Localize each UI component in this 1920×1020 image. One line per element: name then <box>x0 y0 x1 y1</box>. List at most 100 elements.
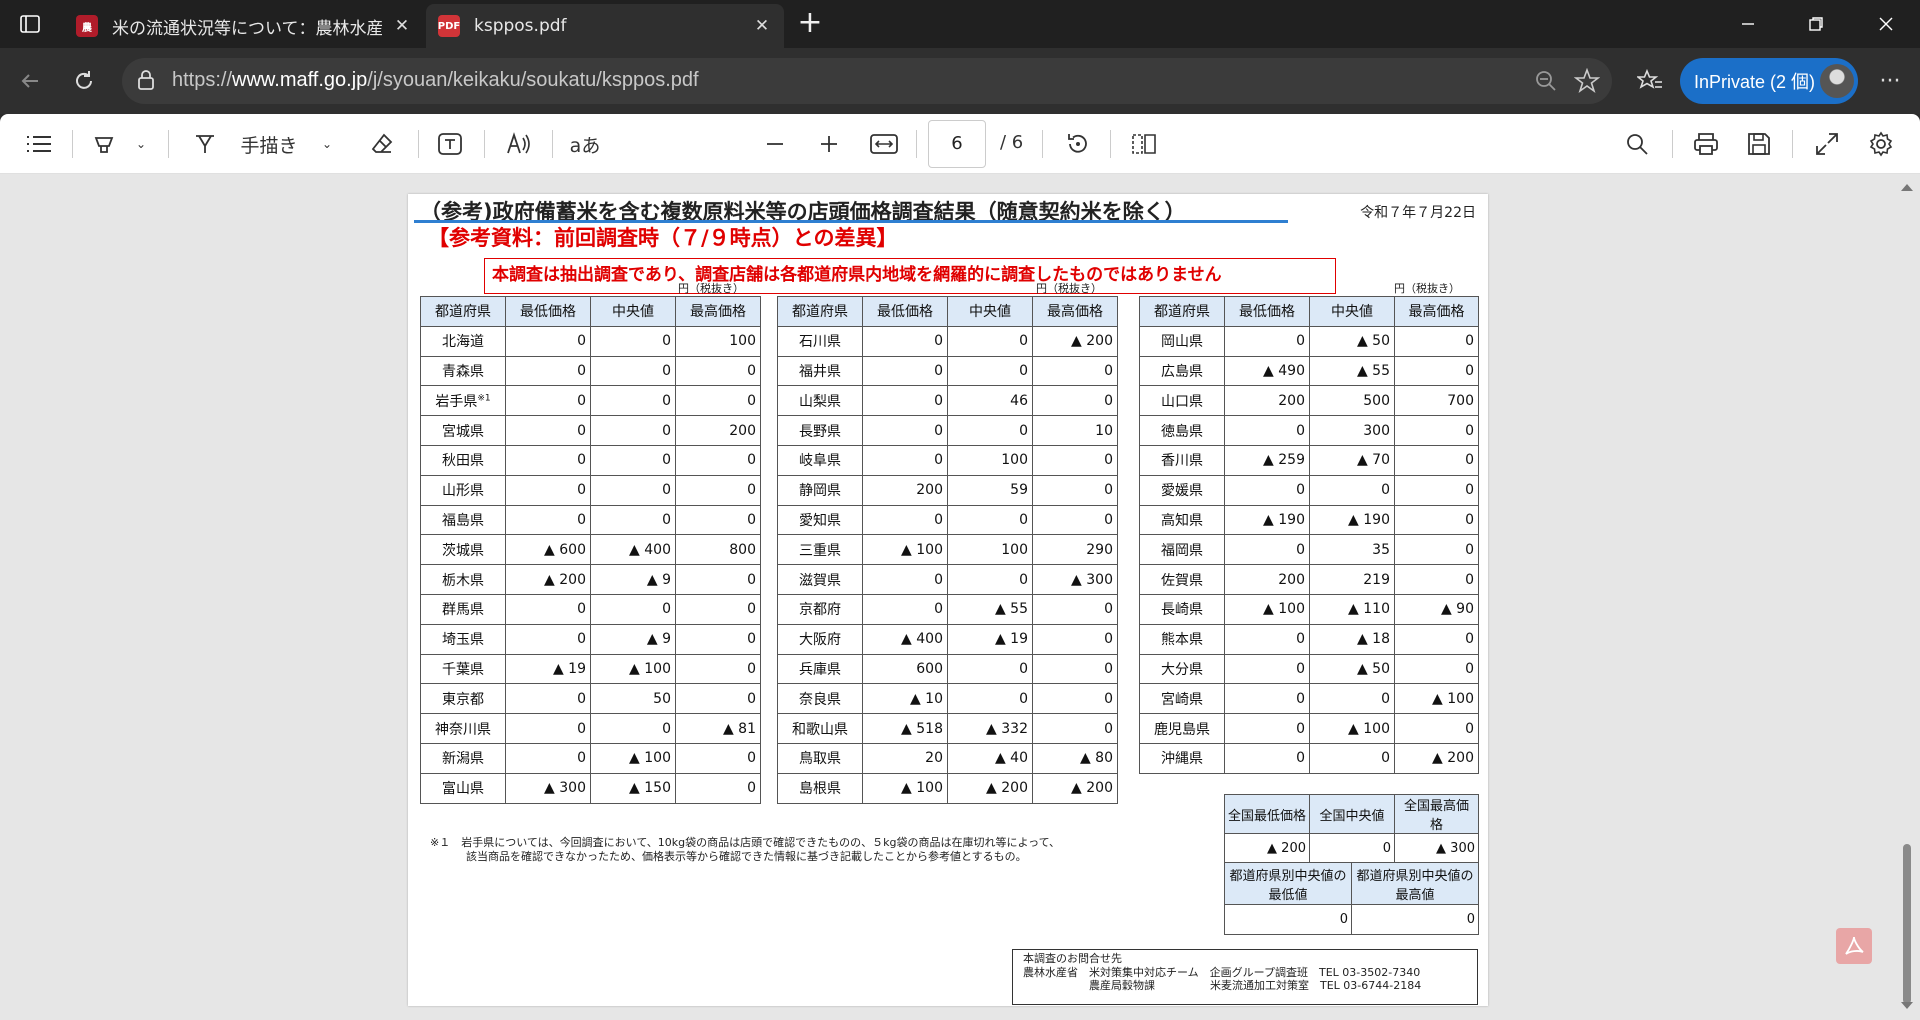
new-tab-button[interactable]: + <box>794 8 826 40</box>
median-cell: ▲ 200 <box>947 772 1033 804</box>
translate-button[interactable]: aあ <box>568 128 602 160</box>
max-price-cell: 0 <box>1032 593 1118 625</box>
scrollbar-thumb[interactable] <box>1903 844 1911 1004</box>
prefecture-cell: 鹿児島県 <box>1139 713 1225 744</box>
close-window-icon[interactable] <box>1858 0 1914 48</box>
url-prefix: https:// <box>172 69 233 91</box>
max-price-cell: 800 <box>675 534 761 566</box>
settings-gear-icon[interactable] <box>1866 128 1896 160</box>
min-price-cell: 0 <box>862 504 948 536</box>
url-bar[interactable]: https://www.maff.go.jp/j/syouan/keikaku/… <box>122 58 1612 104</box>
eraser-icon[interactable] <box>368 128 396 160</box>
acrobat-icon[interactable] <box>1836 928 1872 964</box>
col-header-max: 最高価格 <box>675 296 761 327</box>
table-row: 茨城県 ▲ 600 ▲ 400 800 <box>420 534 761 566</box>
pref-median-min-header: 都道府県別中央値の最低値 <box>1224 862 1352 905</box>
prefecture-cell: 佐賀県 <box>1139 564 1225 595</box>
contact-line-2: 農産局穀物課 米麦流通加工対策室 TEL 03-6744-2184 <box>1023 979 1422 992</box>
pdf-favicon-icon: PDF <box>438 15 460 37</box>
contents-list-icon[interactable] <box>24 128 54 160</box>
save-icon[interactable] <box>1744 128 1774 160</box>
fit-width-icon[interactable] <box>868 128 900 160</box>
close-tab-icon[interactable]: ✕ <box>752 16 772 36</box>
search-icon[interactable] <box>1622 128 1652 160</box>
max-price-cell: ▲ 90 <box>1394 593 1479 625</box>
table-row: 熊本県 0 ▲ 18 0 <box>1139 623 1479 655</box>
prefecture-cell: 岩手県※1 <box>420 385 506 417</box>
page-number-input[interactable]: 6 <box>928 120 986 168</box>
tab-maff[interactable]: 農 米の流通状況等について：農林水産省 ✕ <box>64 4 424 48</box>
tab-bar: 農 米の流通状況等について：農林水産省 ✕ PDF ksppos.pdf ✕ + <box>0 0 1920 48</box>
min-price-cell: ▲ 190 <box>1224 504 1310 536</box>
min-price-cell: ▲ 19 <box>505 653 591 685</box>
full-screen-icon[interactable] <box>1812 128 1842 160</box>
page-view-icon[interactable] <box>1128 128 1160 160</box>
scroll-down-arrow-icon[interactable] <box>1901 1002 1913 1009</box>
zoom-in-page-icon[interactable] <box>816 128 842 160</box>
min-price-cell: 0 <box>862 564 948 595</box>
url-domain: www.maff.go.jp <box>232 69 368 91</box>
prefecture-cell: 兵庫県 <box>777 653 863 685</box>
print-icon[interactable] <box>1690 128 1722 160</box>
table-row: 福岡県 0 35 0 <box>1139 534 1479 566</box>
favorite-star-icon[interactable] <box>1573 67 1601 98</box>
table-row: 宮城県 0 0 200 <box>420 415 761 446</box>
footnote-line-2: 該当商品を確認できなかったため、価格表示等から確認できた情報に基づき記載したこと… <box>466 850 1027 863</box>
table-row: 石川県 0 0 ▲ 200 <box>777 325 1118 357</box>
more-options-icon[interactable]: ··· <box>1872 63 1908 99</box>
national-max-header: 全国最高価格 <box>1394 794 1479 834</box>
max-price-cell: 700 <box>1394 385 1479 417</box>
zoom-out-page-icon[interactable] <box>762 128 788 160</box>
back-arrow-icon[interactable] <box>12 63 48 99</box>
pdf-viewer: （参考)政府備蓄米を含む複数原料米等の店頭価格調査結果（随意契約米を除く） 令和… <box>0 174 1920 1020</box>
close-tab-icon[interactable]: ✕ <box>392 16 412 36</box>
col-header-max: 最高価格 <box>1394 296 1479 327</box>
refresh-icon[interactable] <box>66 63 102 99</box>
table-row: 静岡県 200 59 0 <box>777 474 1118 506</box>
table-row: 佐賀県 200 219 0 <box>1139 564 1479 595</box>
draw-pen-icon[interactable] <box>192 128 218 160</box>
min-price-cell: ▲ 100 <box>862 772 948 804</box>
table-row: 長野県 0 0 10 <box>777 415 1118 446</box>
vertical-scrollbar[interactable] <box>1900 174 1914 1014</box>
table-row: 兵庫県 600 0 0 <box>777 653 1118 685</box>
url-text[interactable]: https://www.maff.go.jp/j/syouan/keikaku/… <box>172 69 699 92</box>
text-box-icon[interactable] <box>436 128 464 160</box>
address-bar-row: https://www.maff.go.jp/j/syouan/keikaku/… <box>0 48 1920 114</box>
prefecture-cell: 山梨県 <box>777 385 863 417</box>
rotate-icon[interactable] <box>1064 128 1092 160</box>
restore-icon[interactable] <box>1788 0 1844 48</box>
prefecture-cell: 福島県 <box>420 504 506 536</box>
min-price-cell: 0 <box>505 325 591 357</box>
inprivate-button[interactable]: InPrivate (2 個) <box>1680 58 1858 104</box>
favorites-icon[interactable] <box>1632 63 1668 99</box>
prefecture-cell: 埼玉県 <box>420 623 506 655</box>
col-header-prefecture: 都道府県 <box>1139 296 1225 327</box>
zoom-out-icon[interactable] <box>1534 69 1558 97</box>
max-price-cell: 0 <box>1394 623 1479 655</box>
median-cell: ▲ 100 <box>590 653 676 685</box>
prefecture-cell: 群馬県 <box>420 593 506 625</box>
lock-icon[interactable] <box>136 69 156 95</box>
prefecture-cell: 神奈川県 <box>420 713 506 744</box>
read-aloud-icon[interactable] <box>504 128 534 160</box>
max-price-cell: 290 <box>1032 534 1118 566</box>
min-price-cell: 0 <box>1224 653 1310 685</box>
scroll-up-arrow-icon[interactable] <box>1901 184 1913 191</box>
tab-actions-icon[interactable] <box>8 8 52 40</box>
price-table-2: 都道府県 最低価格 中央値 最高価格 石川県 0 0 ▲ 200 福井県 0 0 0 山梨県 0 4… <box>777 296 1118 804</box>
minimize-icon[interactable] <box>1720 0 1776 48</box>
highlight-dropdown-chevron-icon[interactable]: ⌄ <box>132 128 150 160</box>
prefecture-cell: 京都府 <box>777 593 863 625</box>
min-price-cell: ▲ 100 <box>862 534 948 566</box>
national-max-value: ▲ 300 <box>1394 833 1479 863</box>
min-price-cell: 0 <box>505 415 591 446</box>
footnote-mark: ※１ <box>430 836 451 849</box>
highlight-icon[interactable] <box>90 128 118 160</box>
max-price-cell: 0 <box>675 504 761 536</box>
tab-pdf[interactable]: PDF ksppos.pdf ✕ <box>426 4 784 48</box>
pref-median-min-value: 0 <box>1224 904 1352 935</box>
draw-label[interactable]: 手描き <box>234 128 304 160</box>
draw-dropdown-chevron-icon[interactable]: ⌄ <box>318 128 336 160</box>
min-price-cell: 0 <box>1224 474 1310 506</box>
